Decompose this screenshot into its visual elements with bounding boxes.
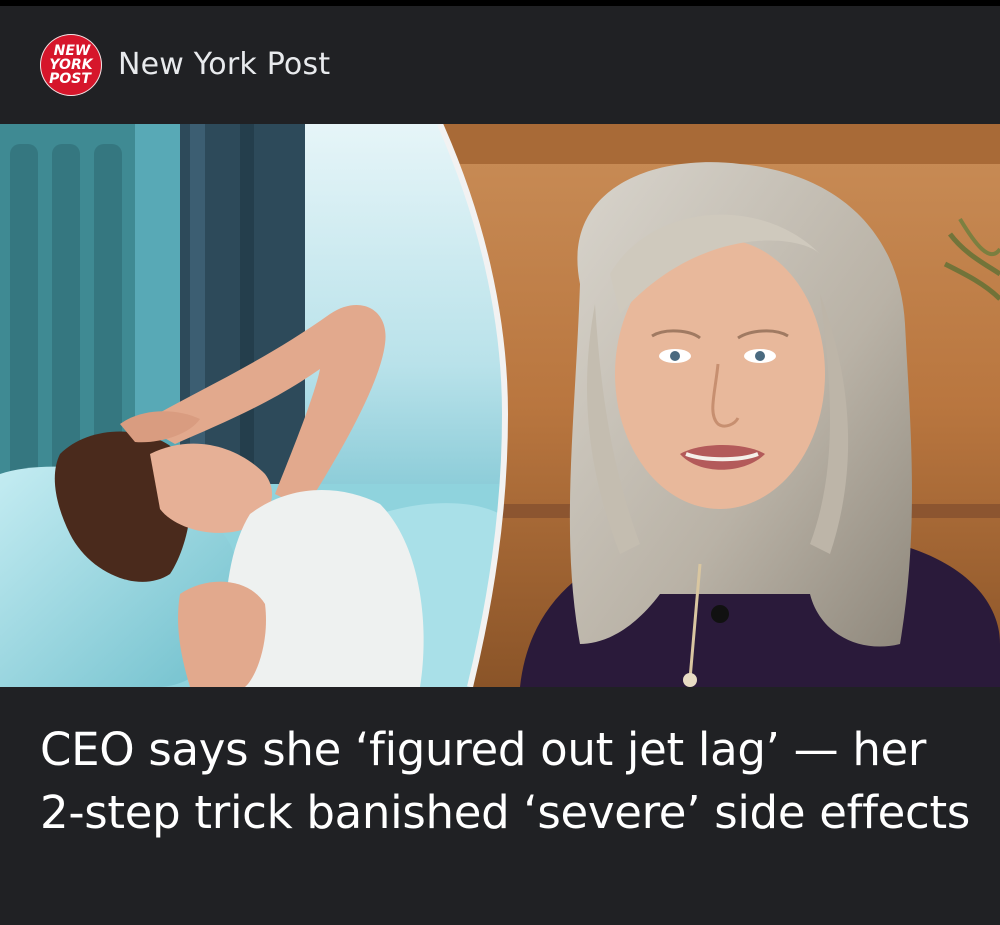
publisher-logo: NEW YORK POST xyxy=(40,34,102,96)
svg-text:POST: POST xyxy=(49,71,92,87)
article-hero-image[interactable] xyxy=(0,124,1000,687)
source-header[interactable]: NEW YORK POST New York Post xyxy=(0,6,1000,124)
news-card[interactable]: NEW YORK POST New York Post CEO says she… xyxy=(0,0,1000,925)
publisher-name: New York Post xyxy=(118,47,331,82)
article-headline[interactable]: CEO says she ‘figured out jet lag’ — her… xyxy=(40,718,970,844)
